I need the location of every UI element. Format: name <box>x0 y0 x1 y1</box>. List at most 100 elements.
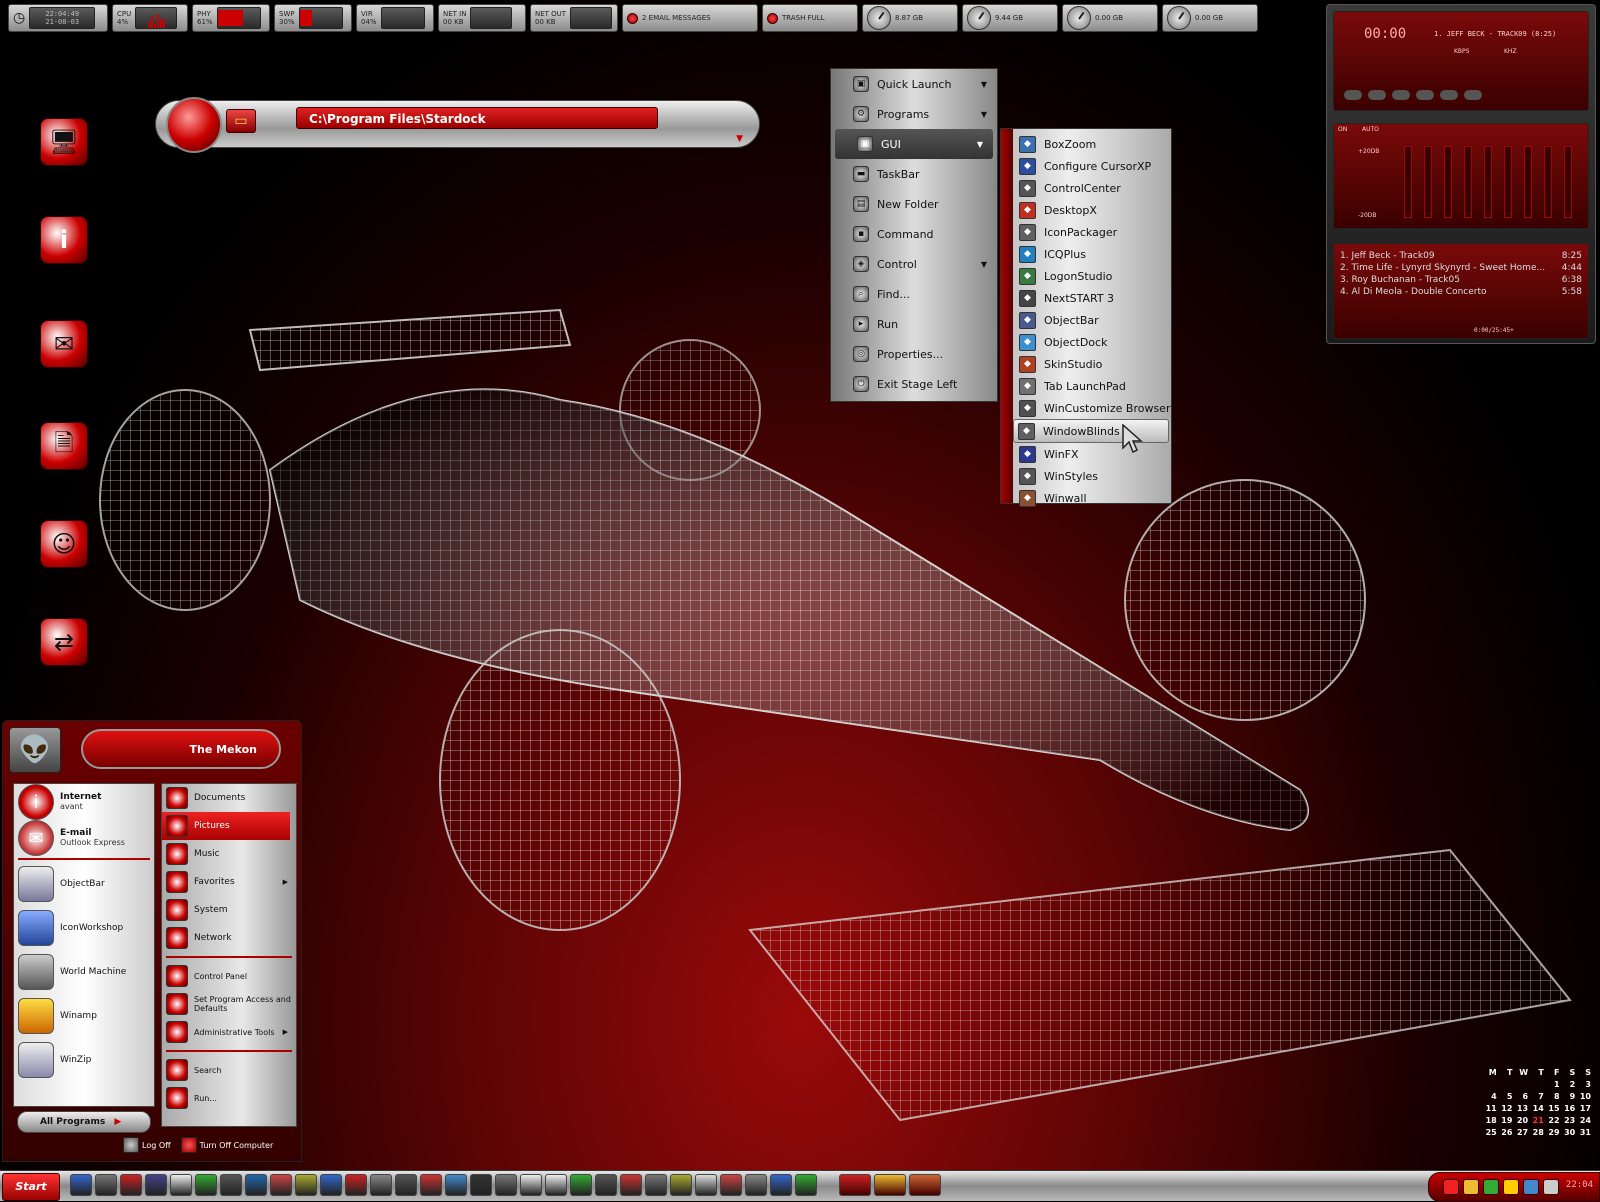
address-bar[interactable]: ▭ C:\Program Files\Stardock ▼ <box>155 97 760 153</box>
quick-launch-app-icon[interactable] <box>195 1174 217 1196</box>
gui-item-skinstudio[interactable]: ◆ SkinStudio <box>1001 353 1171 375</box>
gui-item-configure-cursorxp[interactable]: ◆ Configure CursorXP <box>1001 155 1171 177</box>
dropdown-arrow-icon[interactable]: ▼ <box>736 134 743 144</box>
drive-meter-4[interactable]: 0.00 GB <box>1162 4 1258 32</box>
gui-item-objectbar[interactable]: ◆ ObjectBar <box>1001 309 1171 331</box>
quick-launch-app-icon[interactable] <box>270 1174 292 1196</box>
menu-item-taskbar[interactable]: ▬ TaskBar <box>831 159 997 189</box>
start-network[interactable]: Network <box>162 924 296 952</box>
turn-off-button[interactable]: Turn Off Computer <box>180 1137 273 1153</box>
gui-item-nextstart-3[interactable]: ◆ NextSTART 3 <box>1001 287 1171 309</box>
eq-slider[interactable] <box>1484 146 1492 218</box>
avatar[interactable]: 👽 <box>9 727 61 773</box>
gui-item-tab-launchpad[interactable]: ◆ Tab LaunchPad <box>1001 375 1171 397</box>
start-control-panel[interactable]: Control Panel <box>162 962 296 990</box>
gui-item-boxzoom[interactable]: ◆ BoxZoom <box>1001 133 1171 155</box>
quick-launch-app-icon[interactable] <box>570 1174 592 1196</box>
eject-button[interactable] <box>1464 90 1482 100</box>
orb-button[interactable] <box>166 97 222 153</box>
quick-launch-app-icon[interactable] <box>70 1174 92 1196</box>
menu-item-command[interactable]: ▪ Command <box>831 219 997 249</box>
menu-item-new-folder[interactable]: ▤ New Folder <box>831 189 997 219</box>
tray-app-icon[interactable] <box>1463 1179 1479 1195</box>
folder-icon[interactable]: ▭ <box>226 109 256 133</box>
recycle-bin[interactable]: TRASH FULL <box>762 4 858 32</box>
start-recent-iconworkshop[interactable]: IconWorkshop <box>14 906 154 950</box>
quick-launch-app-icon[interactable] <box>120 1174 142 1196</box>
menu-item-gui[interactable]: ▣ GUI ▼ <box>835 129 993 159</box>
desktop-info-icon[interactable]: i <box>40 216 88 264</box>
eq-slider[interactable] <box>1424 146 1432 218</box>
objectbar-menu[interactable]: ▣ Quick Launch ▼ ⚙ Programs ▼ ▣ GUI ▼ ▬ TaskBar ▤ Ne… <box>830 68 998 402</box>
quick-launch-app-icon[interactable] <box>395 1174 417 1196</box>
desktop-mail-icon[interactable]: ✉ <box>40 320 88 368</box>
desktop-monitor-icon[interactable]: 🖥 <box>40 118 88 166</box>
gui-item-wincustomize-browser[interactable]: ◆ WinCustomize Browser <box>1001 397 1171 419</box>
playlist-item[interactable]: 3. Roy Buchanan - Track05 6:38 <box>1334 274 1588 286</box>
log-off-button[interactable]: Log Off <box>123 1137 171 1153</box>
tray-app-icon[interactable] <box>1523 1179 1539 1195</box>
all-programs-button[interactable]: All Programs ▶ <box>17 1111 151 1133</box>
address-path-field[interactable]: C:\Program Files\Stardock <box>296 107 658 129</box>
tray-app-icon[interactable] <box>1543 1179 1559 1195</box>
winamp-equalizer[interactable]: ON AUTO +20DB -20DB <box>1333 123 1589 229</box>
menu-item-quick-launch[interactable]: ▣ Quick Launch ▼ <box>831 69 997 99</box>
start-system[interactable]: System <box>162 896 296 924</box>
quick-launch-app-icon[interactable] <box>770 1174 792 1196</box>
quick-launch-app-icon[interactable] <box>545 1174 567 1196</box>
quick-launch-app-icon[interactable] <box>720 1174 742 1196</box>
desktop-documents-icon[interactable]: 🗎 <box>40 422 88 470</box>
drive-meter-3[interactable]: 0.00 GB <box>1062 4 1158 32</box>
email-notifier[interactable]: 2 EMAIL MESSAGES <box>622 4 758 32</box>
start-recent-winamp[interactable]: Winamp <box>14 994 154 1038</box>
eq-slider[interactable] <box>1564 146 1572 218</box>
gui-submenu[interactable]: ◆ BoxZoom ◆ Configure CursorXP ◆ ControlCente… <box>1000 128 1172 507</box>
gui-item-winstyles[interactable]: ◆ WinStyles <box>1001 465 1171 487</box>
drive-meter-1[interactable]: 8.87 GB <box>862 4 958 32</box>
menu-item-find[interactable]: ⌕ Find... <box>831 279 997 309</box>
quick-launch-app-icon[interactable] <box>620 1174 642 1196</box>
eq-slider[interactable] <box>1444 146 1452 218</box>
menu-item-run[interactable]: ▸ Run <box>831 309 997 339</box>
quick-launch-app-icon[interactable] <box>345 1174 367 1196</box>
tray-app-icon[interactable] <box>1483 1179 1499 1195</box>
eq-slider[interactable] <box>1504 146 1512 218</box>
quick-launch-app-icon[interactable] <box>220 1174 242 1196</box>
taskbar-window-button[interactable] <box>874 1174 906 1196</box>
winamp-main-window[interactable]: 00:00 1. JEFF BECK - TRACK09 (8:25) KBPS… <box>1333 11 1589 111</box>
menu-item-properties[interactable]: ◎ Properties... <box>831 339 997 369</box>
start-pinned-e-mail[interactable]: ✉ E-mail Outlook Express <box>14 820 154 856</box>
desktop-smiley-folder-icon[interactable]: ☺ <box>40 520 88 568</box>
quick-launch-app-icon[interactable] <box>295 1174 317 1196</box>
gui-item-windowblinds[interactable]: ◆ WindowBlinds <box>1013 419 1169 443</box>
quick-launch-app-icon[interactable] <box>745 1174 767 1196</box>
winamp-controls[interactable] <box>1344 90 1482 100</box>
start-administrative-tools[interactable]: Administrative Tools ▶ <box>162 1018 296 1046</box>
winamp-player[interactable]: 00:00 1. JEFF BECK - TRACK09 (8:25) KBPS… <box>1326 4 1596 344</box>
eq-auto-button[interactable]: AUTO <box>1362 126 1379 133</box>
quick-launch-app-icon[interactable] <box>245 1174 267 1196</box>
eq-on-button[interactable]: ON <box>1338 126 1347 133</box>
menu-item-programs[interactable]: ⚙ Programs ▼ <box>831 99 997 129</box>
tray-app-icon[interactable] <box>1503 1179 1519 1195</box>
playlist-item[interactable]: 4. Al Di Meola - Double Concerto 5:58 <box>1334 286 1588 298</box>
taskbar-clock[interactable]: 22:04 <box>1566 1180 1593 1190</box>
gui-item-icqplus[interactable]: ◆ ICQPlus <box>1001 243 1171 265</box>
gui-item-winfx[interactable]: ◆ WinFX <box>1001 443 1171 465</box>
gui-item-controlcenter[interactable]: ◆ ControlCenter <box>1001 177 1171 199</box>
eq-slider[interactable] <box>1464 146 1472 218</box>
previous-button[interactable] <box>1344 90 1362 100</box>
start-favorites[interactable]: Favorites ▶ <box>162 868 296 896</box>
quick-launch-app-icon[interactable] <box>370 1174 392 1196</box>
quick-launch-app-icon[interactable] <box>495 1174 517 1196</box>
quick-launch-app-icon[interactable] <box>445 1174 467 1196</box>
start-run[interactable]: Run... <box>162 1084 296 1112</box>
gui-item-objectdock[interactable]: ◆ ObjectDock <box>1001 331 1171 353</box>
start-documents[interactable]: Documents <box>162 784 296 812</box>
gui-item-winwall[interactable]: ◆ Winwall <box>1001 487 1171 509</box>
taskbar-window-button[interactable] <box>909 1174 941 1196</box>
quick-launch-app-icon[interactable] <box>670 1174 692 1196</box>
eq-slider[interactable] <box>1404 146 1412 218</box>
gui-item-desktopx[interactable]: ◆ DesktopX <box>1001 199 1171 221</box>
quick-launch-app-icon[interactable] <box>95 1174 117 1196</box>
